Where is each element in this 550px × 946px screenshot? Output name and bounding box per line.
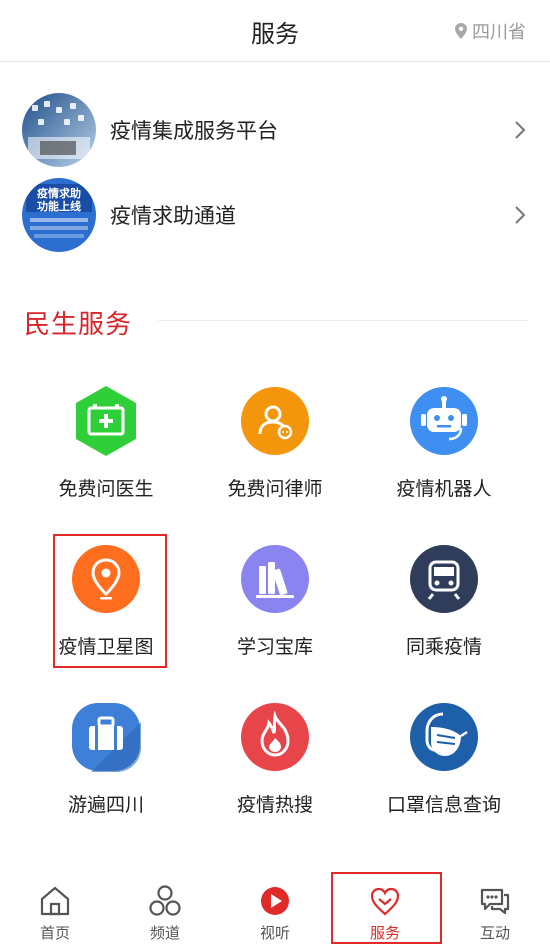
service-free-doctor[interactable]: 免费问医生 bbox=[26, 384, 186, 524]
channels-icon bbox=[146, 882, 184, 920]
service-study-library[interactable]: 学习宝库 bbox=[195, 542, 355, 682]
nav-label: 频道 bbox=[149, 924, 180, 942]
svg-text:疫情求助: 疫情求助 bbox=[37, 186, 81, 200]
play-icon bbox=[256, 882, 294, 920]
train-icon bbox=[407, 542, 481, 616]
mask-icon bbox=[407, 700, 481, 774]
platform-thumbnail bbox=[22, 93, 96, 167]
svg-text:功能上线: 功能上线 bbox=[37, 199, 81, 213]
platform-item-epidemic-services[interactable]: 疫情集成服务平台 bbox=[0, 90, 550, 170]
heart-hands-icon bbox=[366, 882, 404, 920]
service-hot-search[interactable]: 疫情热搜 bbox=[195, 700, 355, 840]
luggage-icon bbox=[69, 700, 143, 774]
service-epidemic-robot[interactable]: 疫情机器人 bbox=[364, 384, 524, 524]
service-label: 学习宝库 bbox=[236, 636, 313, 658]
nav-label: 视听 bbox=[259, 924, 290, 942]
lawyer-icon bbox=[238, 384, 312, 458]
service-label: 游遍四川 bbox=[67, 794, 144, 816]
chevron-right-icon bbox=[515, 206, 526, 224]
service-label: 免费问律师 bbox=[227, 478, 323, 500]
service-label: 免费问医生 bbox=[58, 478, 154, 500]
bottom-nav: 首页 频道 视听 服务 互动 bbox=[0, 870, 550, 946]
service-tour-sichuan[interactable]: 游遍四川 bbox=[26, 700, 186, 840]
location-pin-icon bbox=[455, 23, 467, 39]
home-icon bbox=[36, 882, 74, 920]
platform-label: 疫情集成服务平台 bbox=[110, 119, 278, 143]
chat-icon bbox=[476, 882, 514, 920]
service-same-trip[interactable]: 同乘疫情 bbox=[364, 542, 524, 682]
service-label: 同乘疫情 bbox=[405, 636, 482, 658]
platform-item-help-channel[interactable]: 疫情求助 功能上线 疫情求助通道 bbox=[0, 175, 550, 255]
nav-item-interact[interactable]: 互动 bbox=[440, 870, 550, 946]
location-pin-icon bbox=[69, 542, 143, 616]
service-label: 疫情热搜 bbox=[236, 794, 313, 816]
service-mask-query[interactable]: 口罩信息查询 bbox=[364, 700, 524, 840]
nav-label: 首页 bbox=[39, 924, 70, 942]
nav-label: 服务 bbox=[369, 924, 400, 942]
books-icon bbox=[238, 542, 312, 616]
platform-thumbnail: 疫情求助 功能上线 bbox=[22, 178, 96, 252]
location-selector[interactable]: 四川省 bbox=[455, 18, 526, 44]
section-title: 民生服务 bbox=[24, 310, 133, 340]
nav-item-services[interactable]: 服务 bbox=[330, 870, 440, 946]
nav-label: 互动 bbox=[479, 924, 510, 942]
service-free-lawyer[interactable]: 免费问律师 bbox=[195, 384, 355, 524]
header: 服务 四川省 bbox=[0, 0, 550, 62]
section-divider bbox=[158, 320, 528, 321]
medical-kit-icon bbox=[69, 384, 143, 458]
nav-item-video[interactable]: 视听 bbox=[220, 870, 330, 946]
nav-item-channels[interactable]: 频道 bbox=[110, 870, 220, 946]
platform-label: 疫情求助通道 bbox=[110, 204, 236, 228]
service-label: 疫情卫星图 bbox=[58, 636, 154, 658]
service-label: 口罩信息查询 bbox=[386, 794, 501, 816]
nav-item-home[interactable]: 首页 bbox=[0, 870, 110, 946]
service-epidemic-satellite-map[interactable]: 疫情卫星图 bbox=[26, 542, 186, 682]
chevron-right-icon bbox=[515, 121, 526, 139]
service-label: 疫情机器人 bbox=[396, 478, 492, 500]
robot-icon bbox=[407, 384, 481, 458]
location-label: 四川省 bbox=[472, 22, 526, 43]
flame-icon bbox=[238, 700, 312, 774]
